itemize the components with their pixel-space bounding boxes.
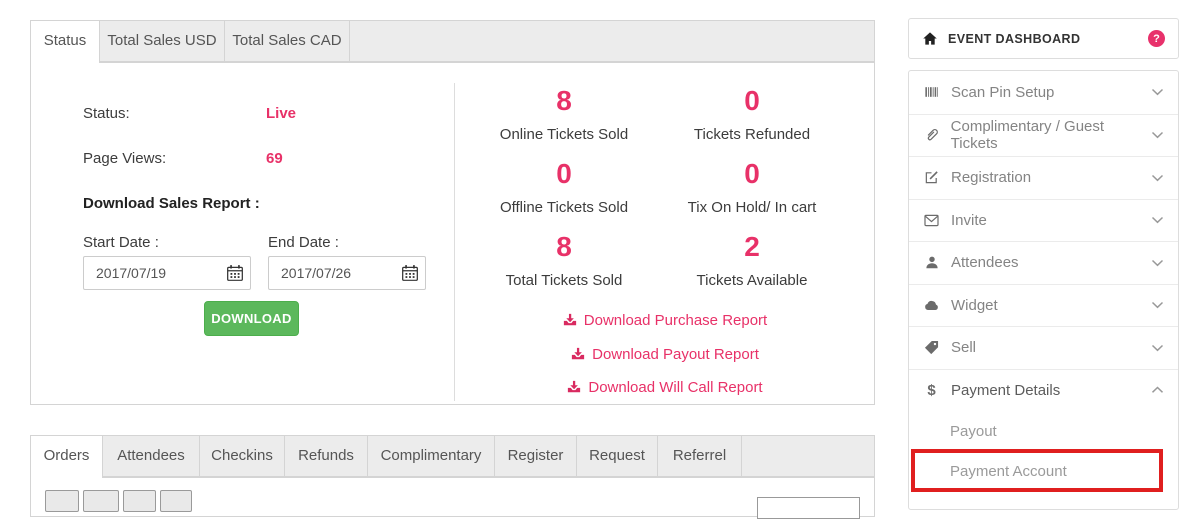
- tab-request[interactable]: Request: [577, 435, 658, 477]
- cloud-icon: [923, 297, 940, 313]
- orders-table-container: [30, 477, 875, 517]
- end-date-label: End Date :: [268, 234, 339, 251]
- tab-referrel[interactable]: Referrel: [658, 435, 742, 477]
- table-search-input[interactable]: [757, 497, 860, 519]
- barcode-icon: [923, 84, 940, 100]
- chevron-down-icon: [1151, 301, 1164, 309]
- start-date-label: Start Date :: [83, 234, 159, 251]
- tab-register[interactable]: Register: [495, 435, 577, 477]
- sidebar-title: EVENT DASHBOARD: [948, 32, 1080, 46]
- sidebar-item-attendees[interactable]: Attendees: [909, 241, 1178, 284]
- help-icon[interactable]: ?: [1148, 30, 1165, 47]
- event-dashboard-header[interactable]: EVENT DASHBOARD ?: [908, 18, 1179, 59]
- chevron-down-icon: [1151, 344, 1164, 352]
- stat-tix-on-hold-value: 0: [622, 158, 882, 190]
- sidebar-item-scan-pin-setup[interactable]: Scan Pin Setup: [909, 71, 1178, 114]
- tab-orders[interactable]: Orders: [30, 435, 103, 478]
- page-views-label: Page Views:: [83, 150, 166, 167]
- tab-total-sales-usd[interactable]: Total Sales USD: [100, 20, 225, 62]
- dollar-icon: $: [923, 382, 940, 398]
- tab-checkins[interactable]: Checkins: [200, 435, 285, 477]
- download-sales-report-label: Download Sales Report :: [83, 195, 260, 212]
- edit-icon: [923, 170, 940, 186]
- status-label: Status:: [83, 105, 130, 122]
- sidebar-item-sell[interactable]: Sell: [909, 326, 1178, 369]
- stat-tickets-refunded-value: 0: [622, 85, 882, 117]
- export-button[interactable]: [45, 490, 79, 512]
- download-payout-report-link[interactable]: Download Payout Report: [455, 346, 875, 363]
- stat-tickets-available-label: Tickets Available: [622, 272, 882, 289]
- export-button[interactable]: [123, 490, 156, 512]
- tab-total-sales-cad[interactable]: Total Sales CAD: [225, 20, 350, 62]
- chevron-down-icon: [1151, 88, 1164, 96]
- envelope-icon: [923, 212, 940, 228]
- chevron-up-icon: [1151, 386, 1164, 394]
- sidebar-item-registration[interactable]: Registration: [909, 156, 1178, 199]
- stat-tickets-available-value: 2: [622, 231, 882, 263]
- tab-attendees[interactable]: Attendees: [103, 435, 200, 477]
- tab-refunds[interactable]: Refunds: [285, 435, 368, 477]
- calendar-icon[interactable]: [401, 264, 419, 282]
- download-will-call-report-link[interactable]: Download Will Call Report: [455, 379, 875, 396]
- tabstrip-filler: [350, 20, 875, 62]
- page-views-value: 69: [266, 150, 283, 167]
- person-icon: [923, 255, 940, 271]
- stat-tix-on-hold-label: Tix On Hold/ In cart: [622, 199, 882, 216]
- paperclip-icon: [923, 127, 940, 143]
- export-button[interactable]: [83, 490, 119, 512]
- download-icon: [563, 313, 577, 327]
- chevron-down-icon: [1151, 259, 1164, 267]
- sidebar-menu: Scan Pin Setup Complimentary / Guest Tic…: [908, 70, 1179, 510]
- home-icon: [922, 31, 938, 46]
- sidebar-item-widget[interactable]: Widget: [909, 284, 1178, 327]
- sidebar-subitem-payment-account[interactable]: Payment Account: [909, 451, 1178, 491]
- chevron-down-icon: [1151, 131, 1164, 139]
- tab-status[interactable]: Status: [30, 20, 100, 63]
- tab-complimentary[interactable]: Complimentary: [368, 435, 495, 477]
- status-value: Live: [266, 105, 296, 122]
- chevron-down-icon: [1151, 174, 1164, 182]
- sidebar-item-invite[interactable]: Invite: [909, 199, 1178, 242]
- download-icon: [571, 347, 585, 361]
- sidebar-subitem-payout[interactable]: Payout: [909, 411, 1178, 451]
- tag-icon: [923, 340, 940, 356]
- orders-tabs: Orders Attendees Checkins Refunds Compli…: [30, 435, 875, 478]
- chevron-down-icon: [1151, 216, 1164, 224]
- download-purchase-report-link[interactable]: Download Purchase Report: [455, 312, 875, 329]
- status-panel: Status: Live Page Views: 69 Download Sal…: [30, 62, 875, 405]
- download-icon: [567, 380, 581, 394]
- calendar-icon[interactable]: [226, 264, 244, 282]
- tabstrip-filler: [742, 435, 875, 477]
- sidebar-item-complimentary-guest-tickets[interactable]: Complimentary / Guest Tickets: [909, 114, 1178, 157]
- stat-tickets-refunded-label: Tickets Refunded: [622, 126, 882, 143]
- export-button[interactable]: [160, 490, 192, 512]
- status-tabs: Status Total Sales USD Total Sales CAD: [30, 20, 875, 63]
- sidebar-item-payment-details[interactable]: $ Payment Details: [909, 369, 1178, 412]
- download-button[interactable]: DOWNLOAD: [204, 301, 299, 336]
